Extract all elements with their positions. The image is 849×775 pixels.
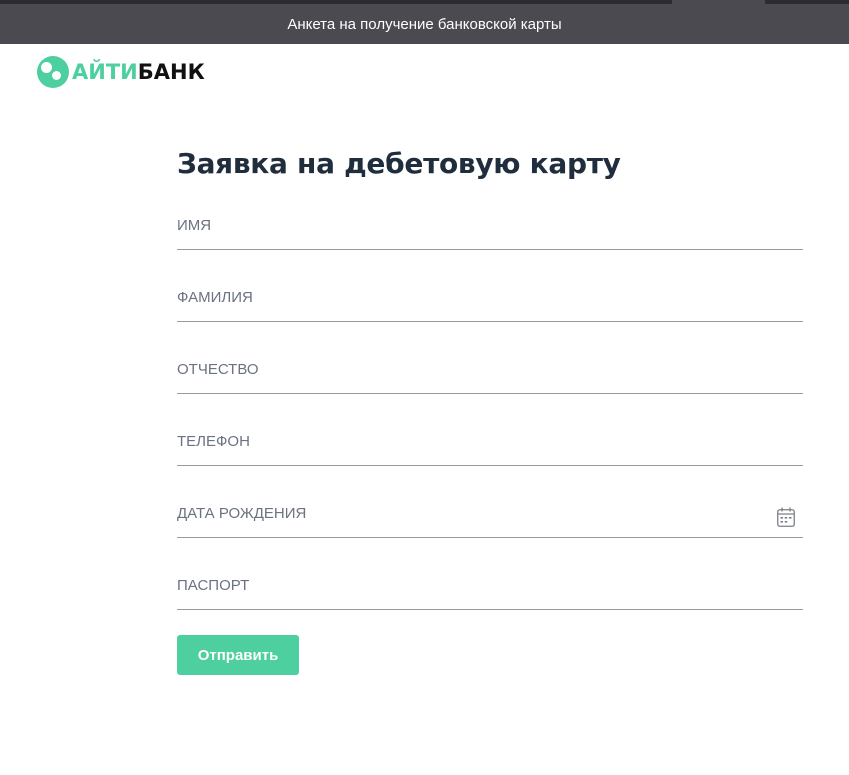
- submit-button[interactable]: Отправить: [177, 635, 299, 675]
- patronymic-input[interactable]: [177, 354, 803, 394]
- passport-input[interactable]: [177, 570, 803, 610]
- tab-strip-right: [765, 0, 849, 4]
- first-name-input[interactable]: [177, 210, 803, 250]
- phone-input[interactable]: [177, 426, 803, 466]
- phone-field-group: [177, 394, 803, 466]
- logo-circles-icon: [37, 56, 69, 88]
- window-title: Анкета на получение банковской карты: [287, 15, 562, 33]
- calendar-icon[interactable]: [777, 507, 795, 527]
- last-name-field-group: [177, 250, 803, 322]
- birth-date-input[interactable]: [177, 498, 803, 538]
- passport-field-group: [177, 538, 803, 610]
- patronymic-field-group: [177, 322, 803, 394]
- logo-text-green: АЙТИ: [72, 60, 138, 84]
- debit-card-application-form: Заявка на дебетовую карту: [177, 140, 803, 610]
- logo-wordmark: АЙТИБАНК: [72, 60, 205, 84]
- window-titlebar: Анкета на получение банковской карты: [0, 0, 849, 44]
- tab-strip-left: [0, 0, 672, 4]
- logo-text-dark: БАНК: [137, 60, 205, 84]
- first-name-field-group: [177, 201, 803, 250]
- last-name-input[interactable]: [177, 282, 803, 322]
- form-title: Заявка на дебетовую карту: [177, 147, 621, 180]
- bank-logo[interactable]: АЙТИБАНК: [37, 56, 205, 88]
- birth-date-field-group: [177, 466, 803, 538]
